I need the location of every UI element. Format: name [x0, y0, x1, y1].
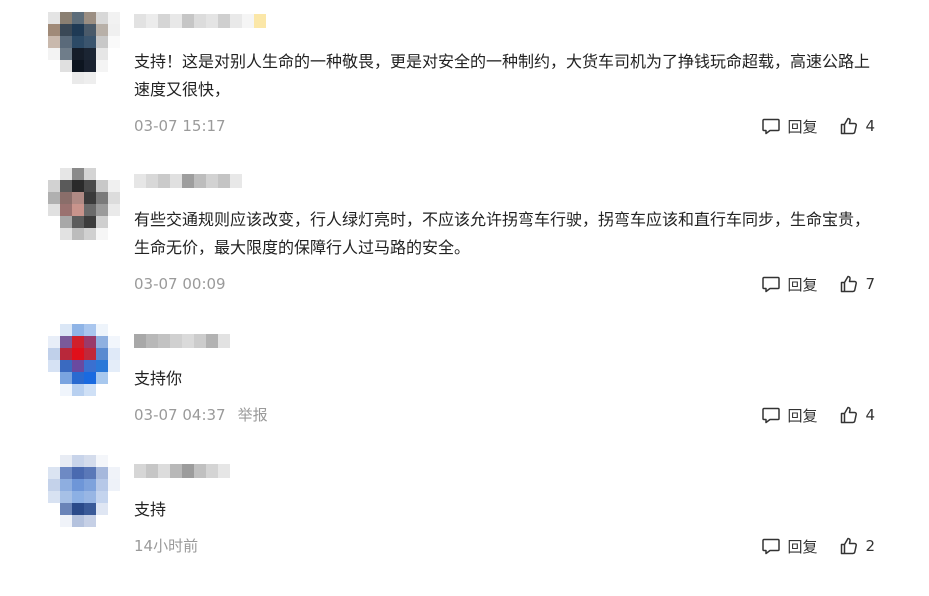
- like-button[interactable]: 4: [839, 405, 875, 425]
- thumbs-up-icon: [839, 405, 859, 425]
- reply-label: 回复: [787, 117, 818, 136]
- comment-meta: 03-07 04:37 举报: [134, 405, 268, 425]
- thumbs-up-icon: [839, 536, 859, 556]
- comment-actions: 回复 4: [761, 115, 875, 137]
- thumbs-up-icon: [839, 274, 859, 294]
- avatar[interactable]: [48, 12, 120, 84]
- comment-meta: 03-07 00:09: [134, 274, 226, 294]
- like-count: 2: [865, 537, 875, 555]
- reply-button[interactable]: 回复: [761, 405, 817, 426]
- reply-button[interactable]: 回复: [761, 536, 817, 557]
- comment-time: 03-07 04:37: [134, 406, 226, 424]
- comment-text: 支持: [134, 500, 167, 519]
- reply-label: 回复: [787, 406, 818, 425]
- comment-meta: 14小时前: [134, 536, 198, 556]
- like-button[interactable]: 2: [839, 536, 875, 556]
- like-count: 4: [865, 117, 875, 135]
- reply-label: 回复: [787, 537, 818, 556]
- comment-bubble-icon: [761, 274, 781, 294]
- reply-button[interactable]: 回复: [761, 274, 817, 295]
- thumbs-up-icon: [839, 116, 859, 136]
- comment-time: 14小时前: [134, 537, 199, 555]
- comment-bubble-icon: [761, 116, 781, 136]
- report-link[interactable]: 举报: [238, 405, 268, 425]
- comment-text: 支持！这是对别人生命的一种敬畏，更是对安全的一种制约，大货车司机为了挣钱玩命超载…: [134, 52, 871, 99]
- comment-time: 03-07 00:09: [134, 275, 226, 293]
- comment-actions: 回复 7: [761, 273, 875, 295]
- username-blurred[interactable]: [134, 334, 230, 350]
- comment-bubble-icon: [761, 536, 781, 556]
- username-blurred[interactable]: [134, 464, 230, 480]
- avatar[interactable]: [48, 168, 120, 240]
- comment-actions: 回复 4: [761, 404, 875, 426]
- comment-meta: 03-07 15:17: [134, 116, 226, 136]
- username-blurred[interactable]: [134, 14, 266, 30]
- like-count: 7: [865, 275, 875, 293]
- like-count: 4: [865, 406, 875, 424]
- comment-text: 支持你: [134, 369, 183, 388]
- comment-actions: 回复 2: [761, 535, 875, 557]
- comment-time: 03-07 15:17: [134, 117, 226, 135]
- like-button[interactable]: 7: [839, 274, 875, 294]
- avatar[interactable]: [48, 455, 120, 527]
- reply-button[interactable]: 回复: [761, 116, 817, 137]
- comment-bubble-icon: [761, 405, 781, 425]
- avatar[interactable]: [48, 324, 120, 396]
- username-blurred[interactable]: [134, 174, 242, 190]
- comment-text: 有些交通规则应该改变，行人绿灯亮时，不应该允许拐弯车行驶，拐弯车应该和直行车同步…: [134, 210, 871, 257]
- like-button[interactable]: 4: [839, 116, 875, 136]
- reply-label: 回复: [787, 275, 818, 294]
